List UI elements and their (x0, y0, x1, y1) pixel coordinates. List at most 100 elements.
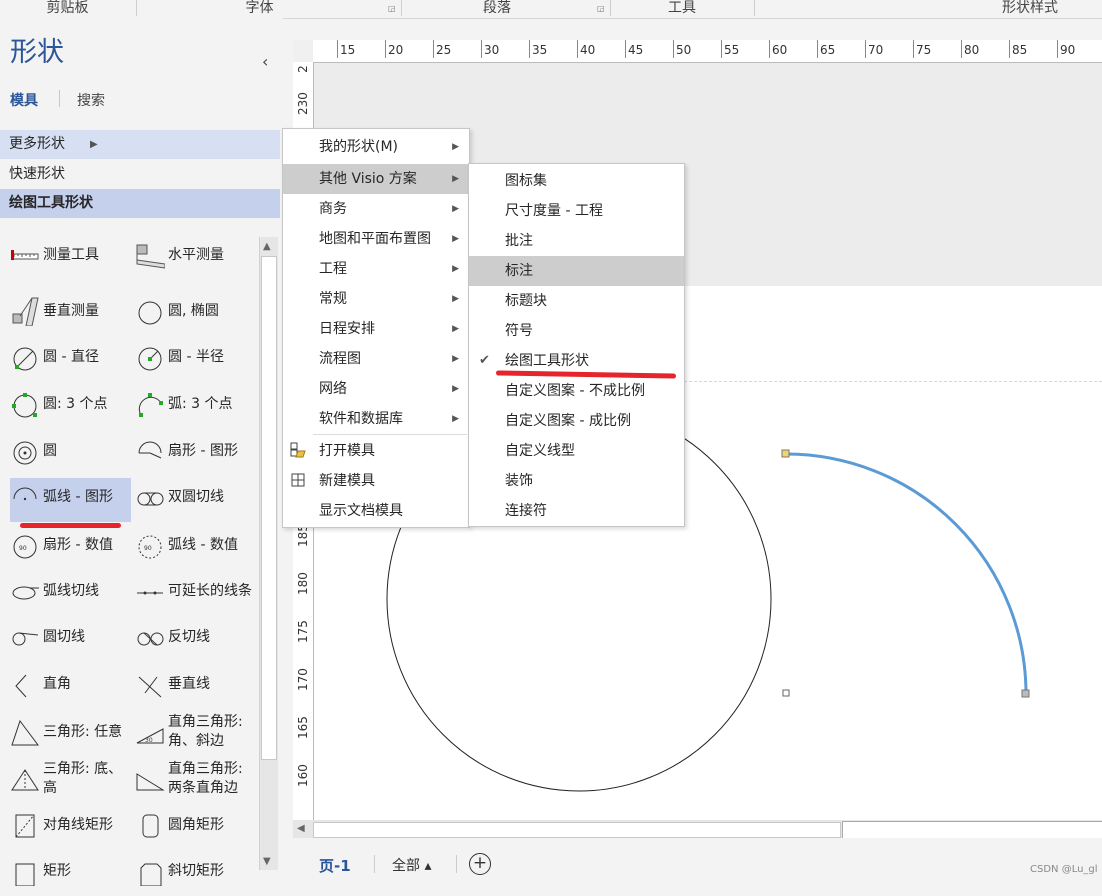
shape-right-triangle-angle-hypotenuse[interactable]: 30 直角三角形: 角、斜边 (135, 713, 257, 757)
circle-three-points-icon (12, 393, 37, 418)
ruler-tick-label: 50 (672, 40, 692, 58)
menu-item-icon-sets[interactable]: 图标集 (469, 166, 684, 196)
menu-item-decorations[interactable]: 装饰 (469, 466, 684, 496)
submenu-arrow-icon: ▶ (452, 324, 459, 334)
tab-all-pages[interactable]: 全部 ▴ (392, 855, 431, 875)
menu-item-software-database[interactable]: 软件和数据库 ▶ (283, 404, 469, 434)
shape-label: 斜切矩形 (168, 862, 224, 879)
shape-label: 圆 - 半径 (168, 348, 224, 365)
more-shapes-row[interactable]: 更多形状 ▶ (0, 130, 280, 159)
menu-item-custom-patterns-scaled[interactable]: 自定义图案 - 成比例 (469, 406, 684, 436)
shape-diagonal-rectangle[interactable]: 对角线矩形 (10, 806, 132, 850)
menu-item-other-visio-solutions[interactable]: 其他 Visio 方案 ▶ (283, 164, 469, 194)
shape-arc-tangent[interactable]: 弧线切线 (10, 572, 132, 616)
menu-item-business[interactable]: 商务 ▶ (283, 194, 469, 224)
shape-label: 圆角矩形 (168, 816, 224, 833)
shape-vertical-measure[interactable]: 垂直测量 (10, 292, 132, 336)
shape-circle-diameter[interactable]: 圆 - 直径 (10, 338, 132, 382)
menu-item-show-document-stencil[interactable]: 显示文档模具 (283, 496, 469, 526)
shape-label: 弧线 - 图形 (43, 488, 113, 505)
menu-item-dimensioning-engineering[interactable]: 尺寸度量 - 工程 (469, 196, 684, 226)
font-dialog-launcher-icon[interactable]: ◲ (388, 5, 396, 13)
arc-tangent-icon (12, 586, 39, 600)
ruler-tick-label: 230 (296, 92, 310, 115)
right-triangle-legs-icon (136, 773, 165, 791)
menu-item-maps-floor-plans[interactable]: 地图和平面布置图 ▶ (283, 224, 469, 254)
menu-item-new-stencil[interactable]: 新建模具 (283, 466, 469, 496)
submenu-arrow-icon: ▶ (452, 294, 459, 304)
menu-item-label: 地图和平面布置图 (319, 231, 431, 247)
ruler-tick-label: 70 (864, 40, 884, 58)
shape-circle-three-points[interactable]: 圆: 3 个点 (10, 385, 132, 429)
svg-text:90: 90 (19, 545, 27, 552)
menu-item-my-shapes[interactable]: 我的形状(M) ▶ (283, 132, 469, 162)
shape-bevel-rectangle[interactable]: 斜切矩形 (135, 852, 257, 896)
shape-circle-radius[interactable]: 圆 - 半径 (135, 338, 257, 382)
tab-page-1[interactable]: 页-1 (319, 855, 351, 876)
arc-graphic-icon (13, 487, 37, 501)
tab-search[interactable]: 搜索 (77, 90, 105, 110)
shape-horizontal-measure[interactable]: 水平测量 (135, 236, 257, 280)
shape-perpendicular-line[interactable]: 垂直线 (135, 665, 257, 709)
horizontal-scroll-thumb[interactable] (313, 822, 841, 838)
shape-right-angle[interactable]: 直角 (10, 665, 132, 709)
drawing-tool-shapes-row[interactable]: 绘图工具形状 (0, 189, 280, 218)
menu-item-open-stencil[interactable]: 打开模具 (283, 436, 469, 466)
shape-label: 直角 (43, 675, 71, 692)
scroll-left-arrow-icon[interactable]: ◀ (297, 823, 305, 834)
menu-item-network[interactable]: 网络 ▶ (283, 374, 469, 404)
reverse-tangent-icon (137, 632, 164, 646)
shape-right-triangle-two-legs[interactable]: 直角三角形: 两条直角边 (135, 760, 257, 804)
shape-rounded-rectangle[interactable]: 圆角矩形 (135, 806, 257, 850)
menu-item-label: 商务 (319, 201, 347, 217)
shape-label: 垂直线 (168, 675, 210, 692)
shape-rectangle[interactable]: 矩形 (10, 852, 132, 896)
menu-item-annotations[interactable]: 批注 (469, 226, 684, 256)
shape-circle-tangent[interactable]: 圆切线 (10, 618, 132, 662)
shapes-pane-scroll-thumb[interactable] (261, 256, 277, 760)
shape-label: 可延长的线条 (168, 582, 252, 599)
menu-item-custom-patterns-unscaled[interactable]: 自定义图案 - 不成比例 (469, 376, 684, 406)
collapse-pane-chevron-left-icon[interactable]: ‹ (262, 52, 268, 71)
tab-stencils[interactable]: 模具 (10, 90, 38, 110)
scroll-down-arrow-icon[interactable]: ▼ (263, 856, 271, 867)
shape-triangle-base-height[interactable]: 三角形: 底、高 (10, 760, 132, 804)
menu-item-general[interactable]: 常规 ▶ (283, 284, 469, 314)
shape-extendable-line[interactable]: 可延长的线条 (135, 572, 257, 616)
menu-item-callouts[interactable]: 标注 (469, 256, 684, 286)
shape-label: 三角形: 底、高 (43, 761, 123, 796)
shape-arc-value[interactable]: 90 弧线 - 数值 (135, 526, 257, 570)
new-stencil-icon (291, 473, 305, 487)
shape-measure-tool[interactable]: 测量工具 (10, 236, 132, 280)
ruler-tick-label: 25 (432, 40, 452, 58)
circle-radius-icon (138, 347, 162, 371)
shape-circle[interactable]: 圆 (10, 432, 132, 476)
paragraph-dialog-launcher-icon[interactable]: ◲ (597, 5, 605, 13)
shape-circle-ellipse[interactable]: 圆, 椭圆 (135, 292, 257, 336)
tab-separator (374, 855, 375, 873)
shape-arc-graphic[interactable]: 弧线 - 图形 (10, 478, 131, 522)
ribbon-group-shape-styles: 形状样式 (1002, 0, 1058, 16)
quick-shapes-row[interactable]: 快速形状 (0, 160, 280, 189)
shape-reverse-tangent[interactable]: 反切线 (135, 618, 257, 662)
shape-two-circle-tangent[interactable]: 双圆切线 (135, 478, 257, 522)
shape-triangle-any[interactable]: 三角形: 任意 (10, 713, 132, 757)
menu-item-flowchart[interactable]: 流程图 ▶ (283, 344, 469, 374)
pane-title: 形状 (10, 37, 64, 68)
menu-item-symbols[interactable]: 符号 (469, 316, 684, 346)
menu-item-engineering[interactable]: 工程 ▶ (283, 254, 469, 284)
menu-item-connectors[interactable]: 连接符 (469, 496, 684, 526)
shape-sector-graphic[interactable]: 扇形 - 图形 (135, 432, 257, 476)
menu-item-schedule[interactable]: 日程安排 ▶ (283, 314, 469, 344)
sector-value-icon: 90 (13, 535, 37, 559)
scroll-up-arrow-icon[interactable]: ▲ (263, 241, 271, 252)
shape-sector-value[interactable]: 90 扇形 - 数值 (10, 526, 132, 570)
menu-item-label: 常规 (319, 291, 347, 307)
shape-label: 扇形 - 数值 (43, 536, 113, 553)
open-stencil-icon (290, 442, 306, 458)
menu-item-title-blocks[interactable]: 标题块 (469, 286, 684, 316)
add-page-plus-icon[interactable]: + (469, 853, 491, 875)
shape-arc-three-points[interactable]: 弧: 3 个点 (135, 385, 257, 429)
ruler-tick-label: 160 (296, 764, 310, 787)
menu-item-custom-line-patterns[interactable]: 自定义线型 (469, 436, 684, 466)
